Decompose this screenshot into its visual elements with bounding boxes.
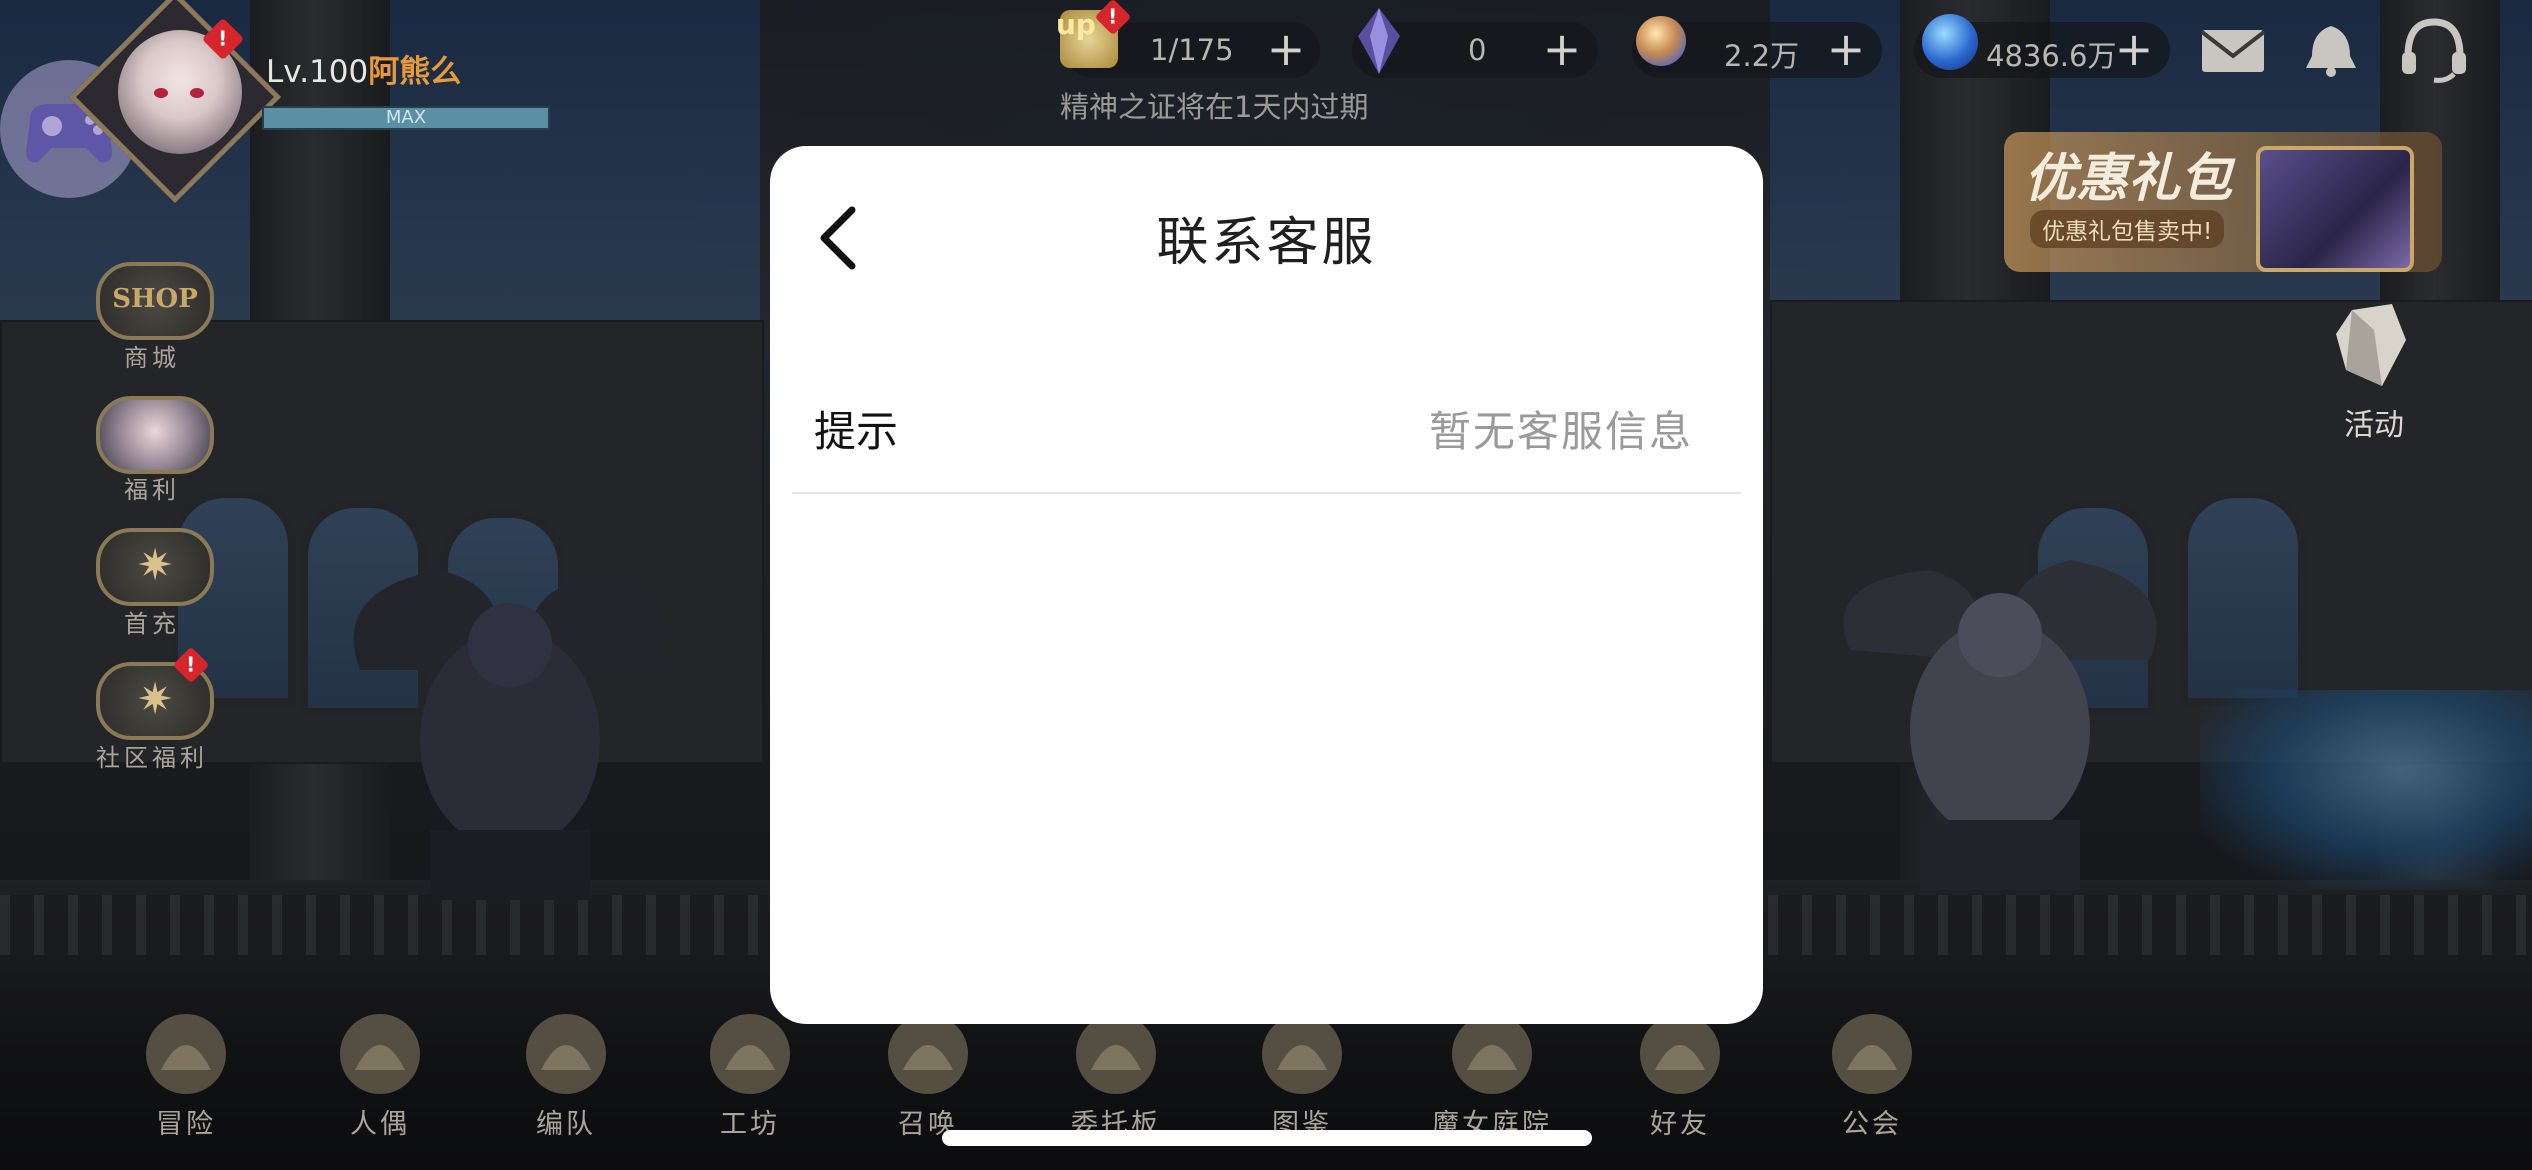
star-icon: ✷ [136,540,174,591]
gift-box-icon [2256,146,2414,272]
shop-badge-text: SHOP [112,284,198,314]
gem-value: 2.2万 [1724,39,1800,73]
doll-icon[interactable] [325,1000,435,1100]
shop-button[interactable]: SHOP [96,262,214,340]
game-screen: ! Lv.100阿熊么 MAX 1/175 + up ! 0 + 2.2万 + … [0,0,2532,1170]
dialog-title: 联系客服 [1156,213,1377,273]
mail-icon[interactable] [2198,22,2268,78]
formation-icon[interactable] [511,1000,621,1100]
stamina-add-button[interactable]: + [1266,26,1306,72]
adventure-icon[interactable] [131,1000,241,1100]
exp-label: MAX [385,107,427,128]
crystal-value: 0 [1468,33,1487,67]
row-label: 提示 [814,407,899,456]
side-label-shop: 商城 [124,344,180,372]
gold-value: 4836.6万 [1986,39,2117,73]
contact-support-dialog: 联系客服 提示 暂无客服信息 [770,146,1763,1024]
home-indicator[interactable] [942,1130,1592,1146]
side-label-first-recharge: 首充 [124,610,180,638]
support-info-row: 提示 暂无客服信息 [792,362,1741,494]
exp-bar: MAX [262,106,550,130]
player-level: Lv.100阿熊么 [266,54,462,90]
stamina-value: 1/175 [1150,33,1234,67]
stamina-up-badge: up [1056,8,1096,41]
gem-add-button[interactable]: + [1826,26,1866,72]
nav-label-doll[interactable]: 人偶 [300,1102,460,1141]
welfare-button[interactable] [96,396,214,474]
side-label-community: 社区福利 [96,744,208,772]
expire-notice: 精神之证将在1天内过期 [1060,90,1369,124]
gold-add-button[interactable]: + [2114,26,2154,72]
crystal-add-button[interactable]: + [1542,26,1582,72]
nav-label-adventure[interactable]: 冒险 [106,1102,266,1141]
promo-title: 优惠礼包 [2024,149,2233,209]
gem-icon [1636,16,1686,66]
star-icon: ✷ [136,674,174,725]
activity-icon[interactable] [2322,300,2418,396]
player-name: 阿熊么 [368,54,462,90]
nav-label-guild[interactable]: 公会 [1792,1102,1952,1141]
activity-label: 活动 [2344,408,2404,443]
nav-label-formation[interactable]: 编队 [486,1102,646,1141]
headset-icon[interactable] [2394,16,2474,86]
row-value: 暂无客服信息 [1428,407,1693,456]
promo-pack-banner[interactable]: 优惠礼包 优惠礼包售卖中! [2004,132,2442,272]
side-label-welfare: 福利 [124,476,180,504]
guild-icon[interactable] [1817,1000,1927,1100]
nav-label-friends[interactable]: 好友 [1600,1102,1760,1141]
bell-icon[interactable] [2296,22,2366,78]
crystal-icon [1358,8,1400,74]
gold-icon [1922,14,1978,70]
nav-label-workshop[interactable]: 工坊 [670,1102,830,1141]
promo-subtitle: 优惠礼包售卖中! [2030,210,2225,248]
first-recharge-button[interactable]: ✷ [96,528,214,606]
